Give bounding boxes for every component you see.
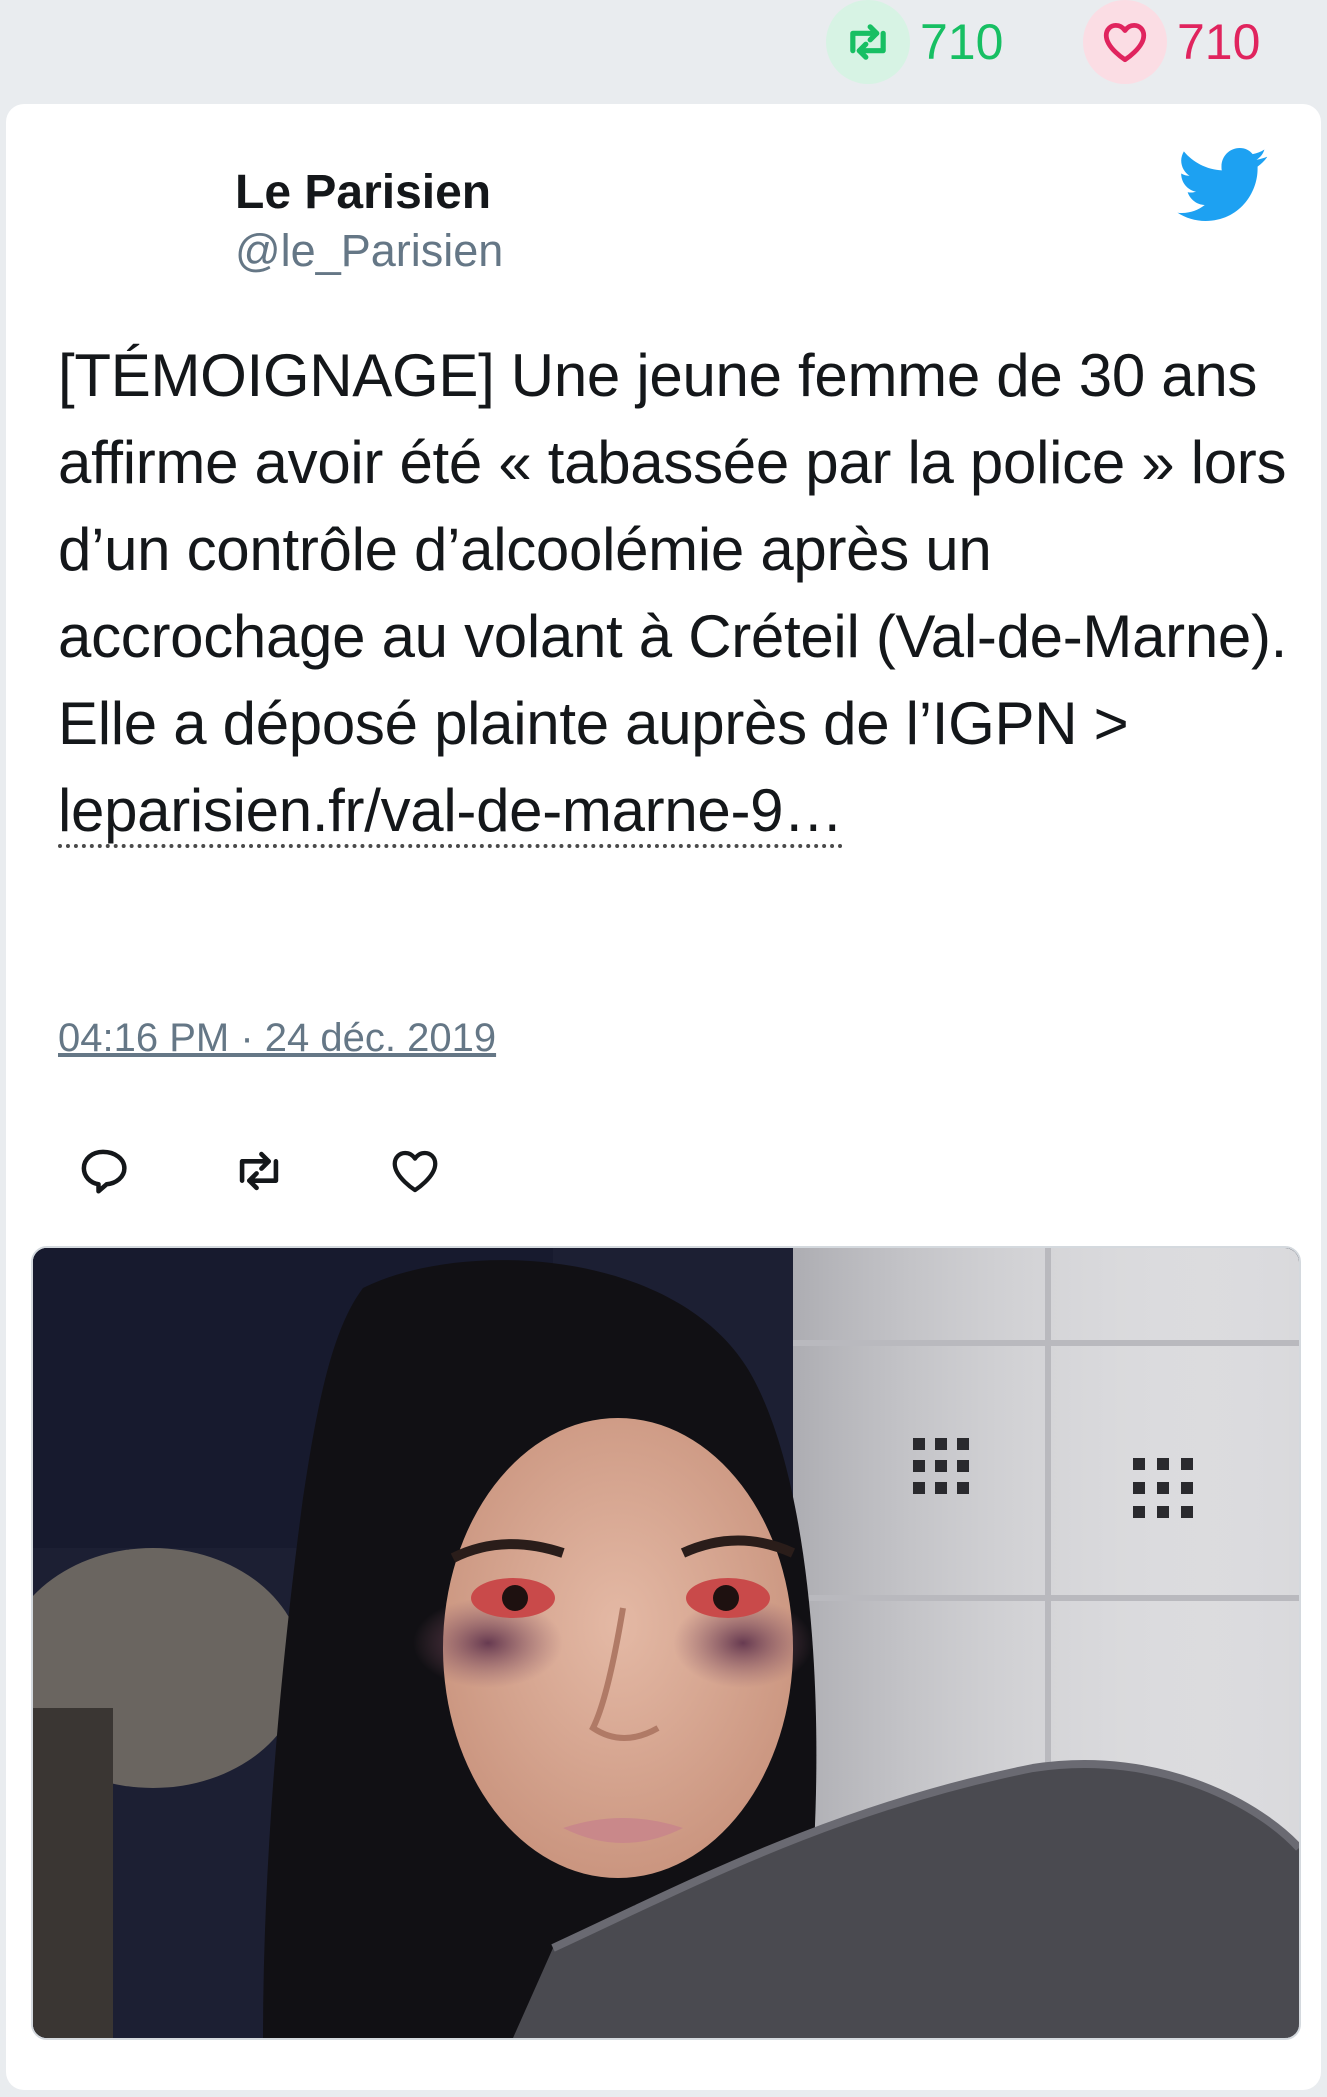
retweet-stat[interactable]: 710 [826, 0, 1003, 84]
author-handle[interactable]: @le_Parisien [235, 224, 503, 278]
tweet-actions [68, 1136, 536, 1206]
tweet-body: [TÉMOIGNAGE] Une jeune femme de 30 ans a… [58, 342, 1288, 757]
twitter-bird-icon[interactable] [1177, 148, 1269, 229]
like-count: 710 [1177, 14, 1261, 70]
retweet-count: 710 [920, 14, 1004, 70]
article-link[interactable]: leparisien.fr/val-de-marne-9… [58, 777, 843, 848]
retweet-icon[interactable] [224, 1136, 294, 1206]
engagement-stats: 710 710 [0, 0, 1327, 100]
heart-icon [1083, 0, 1167, 84]
reply-icon[interactable] [68, 1136, 138, 1206]
tweet-timestamp[interactable]: 04:16 PM · 24 déc. 2019 [58, 1016, 496, 1061]
tweet-text: [TÉMOIGNAGE] Une jeune femme de 30 ans a… [58, 332, 1298, 854]
tweet-photo[interactable] [31, 1246, 1301, 2040]
heart-icon[interactable] [380, 1136, 450, 1206]
author-name[interactable]: Le Parisien [235, 164, 503, 222]
tweet-card[interactable]: Le Parisien @le_Parisien [TÉMOIGNAGE] Un… [6, 104, 1321, 2090]
tweet-author[interactable]: Le Parisien @le_Parisien [235, 164, 503, 278]
like-stat[interactable]: 710 [1083, 0, 1260, 84]
retweet-icon [826, 0, 910, 84]
